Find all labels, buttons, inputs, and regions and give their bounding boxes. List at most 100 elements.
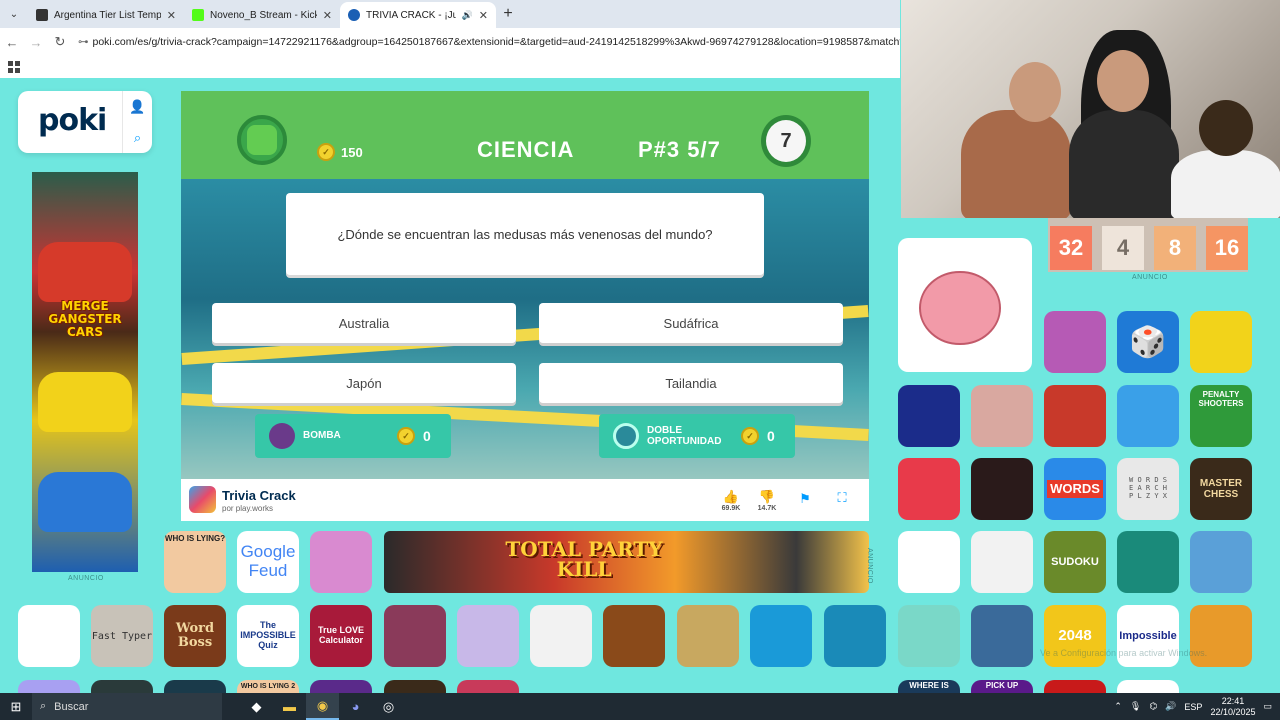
discord-icon[interactable]: ◕ — [339, 693, 372, 720]
game-tile-fishing[interactable] — [824, 605, 886, 667]
game-tile-sudoku[interactable]: SUDOKU — [1044, 531, 1106, 593]
game-tile-partial[interactable] — [164, 680, 226, 693]
tile-label: Google Feud — [240, 542, 296, 580]
game-tile-impossible-quiz[interactable]: The IMPOSSIBLE Quiz — [237, 605, 299, 667]
taskbar-search[interactable]: ⌕ Buscar — [32, 693, 222, 720]
game-tile-dress-up[interactable] — [310, 531, 372, 593]
game-tile-whist[interactable] — [1117, 531, 1179, 593]
game-tile-scientist[interactable] — [750, 605, 812, 667]
double-chance-powerup[interactable]: DOBLE OPORTUNIDAD ✓ 0 — [599, 414, 795, 458]
network-icon[interactable]: ⌬ — [1149, 701, 1157, 712]
game-tile-friends[interactable] — [971, 531, 1033, 593]
game-tile-2048-board[interactable]: 32 4 8 16 — [1048, 218, 1248, 272]
game-tile-partial[interactable] — [457, 680, 519, 693]
tab-1[interactable]: Argentina Tier List Templates - ✕ — [28, 2, 184, 28]
game-tile-partial[interactable]: WHERE IS — [898, 680, 960, 693]
game-tile-runner[interactable] — [1117, 385, 1179, 447]
volume-icon[interactable]: 🔊 — [1165, 701, 1176, 712]
game-tile-love-calculator[interactable]: True LOVE Calculator — [310, 605, 372, 667]
game-tile-wheres-waldo[interactable] — [1044, 385, 1106, 447]
notifications-icon[interactable]: ▭ — [1263, 701, 1272, 712]
game-tile-adventure[interactable] — [1190, 531, 1252, 593]
game-tile-word-search[interactable]: W O R D SE A R C HP L Z Y X — [1117, 458, 1179, 520]
speaker-icon[interactable]: 🔊 — [462, 10, 473, 21]
game-tile-word-wheel[interactable] — [1044, 311, 1106, 373]
game-tile-brain-test[interactable] — [898, 238, 1032, 372]
game-tile-photo[interactable] — [971, 385, 1033, 447]
back-icon[interactable]: ← — [0, 35, 24, 50]
new-tab-button[interactable]: + — [496, 5, 520, 23]
chrome-icon[interactable]: ◉ — [306, 693, 339, 720]
game-tile-tic-tac-toe[interactable] — [677, 605, 739, 667]
left-ad[interactable]: MERGE GANGSTER CARS — [32, 172, 138, 572]
game-tile-hangman[interactable] — [898, 531, 960, 593]
search-icon[interactable]: ⌕ — [123, 122, 152, 153]
site-info-icon[interactable]: ⊶ — [78, 36, 89, 48]
game-tile-pick-up[interactable]: PICK UP — [971, 680, 1033, 693]
apps-grid-icon[interactable] — [8, 61, 20, 73]
game-tile-water-sort[interactable] — [457, 605, 519, 667]
tab-title: Noveno_B Stream - Kick Dashbo — [210, 9, 317, 21]
close-icon[interactable]: ✕ — [167, 9, 176, 22]
game-tile-snake-yellow[interactable] — [898, 458, 960, 520]
poki-logo-card[interactable]: poki 👤 ⌕ — [18, 91, 152, 153]
answer-button-4[interactable]: Tailandia — [539, 363, 843, 403]
close-icon[interactable]: ✕ — [323, 9, 332, 22]
game-tile-maze[interactable] — [898, 605, 960, 667]
obs-icon[interactable]: ◎ — [372, 693, 405, 720]
chevron-up-icon[interactable]: ⌃ — [1114, 701, 1122, 712]
tile-cell: 8 — [1154, 226, 1196, 270]
tab-2[interactable]: Noveno_B Stream - Kick Dashbo ✕ — [184, 2, 340, 28]
address-bar[interactable]: ⊶ poki.com/es/g/trivia-crack?campaign=147… — [72, 36, 900, 48]
answer-button-1[interactable]: Australia — [212, 303, 516, 343]
game-developer: por play.works — [222, 504, 273, 513]
windows-start-icon[interactable]: ⊞ — [0, 699, 32, 715]
file-explorer-icon[interactable]: ▬ — [273, 693, 306, 720]
bomb-powerup[interactable]: BOMBA ✓ 0 — [255, 414, 451, 458]
tab-3-active[interactable]: TRIVIA CRACK - ¡Juega Gratis! 🔊 ✕ — [340, 2, 496, 28]
game-tile-makeup[interactable] — [971, 458, 1033, 520]
game-tile-thief[interactable] — [384, 605, 446, 667]
game-tile-blocks[interactable] — [898, 385, 960, 447]
game-tile-fast-typer[interactable]: Fast Typer — [91, 605, 153, 667]
clock[interactable]: 22:41 22/10/2025 — [1210, 696, 1255, 718]
game-tile-fruit-ninja[interactable] — [603, 605, 665, 667]
tab-search-icon[interactable]: ⌄ — [0, 0, 28, 28]
poki-logo[interactable]: poki — [38, 103, 107, 138]
reload-icon[interactable]: ↻ — [48, 34, 72, 50]
answer-button-2[interactable]: Sudáfrica — [539, 303, 843, 343]
report-button[interactable]: ⚑ — [790, 491, 820, 507]
copilot-icon[interactable]: ◆ — [240, 693, 273, 720]
forward-icon[interactable]: → — [24, 35, 48, 50]
game-tile-partial[interactable] — [384, 680, 446, 693]
game-tile-dice[interactable]: 🎲 — [1117, 311, 1179, 373]
game-tile-dinosaur[interactable] — [971, 605, 1033, 667]
answer-button-3[interactable]: Japón — [212, 363, 516, 403]
game-tile-word-boss[interactable]: Word Boss — [164, 605, 226, 667]
game-tile-who-is-lying[interactable]: WHO IS LYING? — [164, 531, 226, 593]
game-tile-partial[interactable] — [91, 680, 153, 693]
game-tile-brain-test-2[interactable] — [18, 605, 80, 667]
game-tile-stickman-yellow[interactable] — [1190, 311, 1252, 373]
banner-total-party-kill[interactable]: TOTAL PARTY KILL — [384, 531, 869, 593]
keyboard-language[interactable]: ESP — [1184, 702, 1202, 712]
game-tile-stickman-face[interactable] — [530, 605, 592, 667]
game-tile-partial[interactable] — [1117, 680, 1179, 693]
game-tile-partial[interactable] — [310, 680, 372, 693]
microphone-icon[interactable]: 🎙 — [1130, 701, 1141, 712]
game-tile-google-feud[interactable]: Google Feud — [237, 531, 299, 593]
game-tile-words[interactable]: WORDS — [1044, 458, 1106, 520]
search-icon: ⌕ — [40, 700, 47, 712]
game-tile-who-is-lying-2[interactable]: WHO IS LYING 2 — [237, 680, 299, 693]
game-tile-penalty-shooters[interactable]: PENALTY SHOOTERS — [1190, 385, 1252, 447]
tile-label: WHERE IS — [909, 681, 949, 691]
user-icon[interactable]: 👤 — [123, 91, 152, 122]
close-icon[interactable]: ✕ — [479, 9, 488, 22]
fullscreen-button[interactable]: ⛶ — [827, 490, 857, 506]
game-tile-partial[interactable] — [1044, 680, 1106, 693]
game-tile-master-chess[interactable]: MASTER CHESS — [1190, 458, 1252, 520]
game-canvas[interactable]: ✓ 150 CIENCIA P#3 5/7 7 ¿Dónde se encuen… — [181, 91, 869, 479]
dislike-button[interactable]: 👎 14.7K — [752, 489, 782, 512]
like-button[interactable]: 👍 69.9K — [716, 489, 746, 512]
game-tile-partial[interactable] — [18, 680, 80, 693]
